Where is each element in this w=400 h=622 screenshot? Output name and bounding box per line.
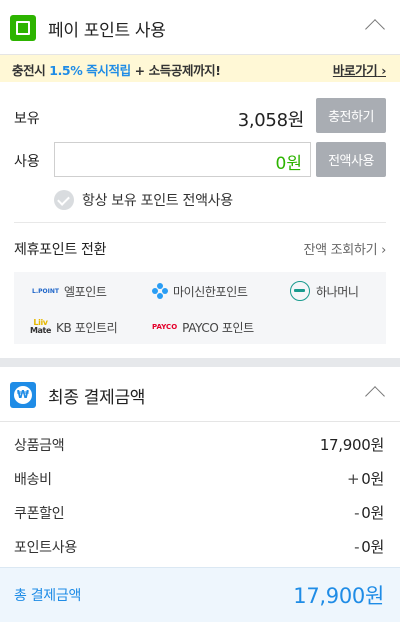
partner-shinhan[interactable]: 마이신한포인트 <box>152 281 248 301</box>
charge-button[interactable]: 충전하기 <box>316 98 386 133</box>
shipping-fee-value: +0원 <box>346 470 384 488</box>
balance-inquiry-label: 잔액 조회하기 <box>303 243 378 258</box>
partner-lpoint[interactable]: L.POINT 엘포인트 <box>32 281 107 301</box>
partner-name: 마이신한포인트 <box>173 284 248 299</box>
partner-payco[interactable]: PAYCO PAYCO 포인트 <box>152 317 254 337</box>
banner-link-label: 바로가기 <box>332 63 378 78</box>
shinhan-logo-icon <box>152 283 168 299</box>
banner-highlight: 1.5% 즉시적립 <box>49 63 131 78</box>
final-payment-card: ₩ 최종 결제금액 상품금액 17,900원 배송비 +0원 쿠폰할인 -0원 … <box>0 367 400 622</box>
use-label: 사용 <box>14 154 40 170</box>
product-amount-label: 상품금액 <box>14 438 65 454</box>
total-payment-value: 17,900원 <box>293 584 384 608</box>
always-use-all-label[interactable]: 항상 보유 포인트 전액사용 <box>82 190 233 210</box>
lpoint-logo: L.POINT <box>32 287 59 295</box>
shipping-fee-label: 배송비 <box>14 472 52 488</box>
partner-point-list: L.POINT 엘포인트 마이신한포인트 하나머니 Liiv Mate KB 포인… <box>14 272 386 344</box>
pay-point-header[interactable]: 페이 포인트 사용 <box>0 0 400 55</box>
always-use-all-checkbox[interactable] <box>54 190 74 210</box>
point-use-label: 포인트사용 <box>14 540 77 556</box>
partner-name: KB 포인트리 <box>56 320 118 335</box>
holding-value: 3,058원 <box>237 110 305 131</box>
liiv-mate-logo: Liiv Mate <box>30 318 52 335</box>
coupon-discount-value: -0원 <box>354 504 384 522</box>
partner-hana[interactable]: 하나머니 <box>290 281 359 301</box>
chevron-up-icon[interactable] <box>365 386 385 406</box>
banner-prefix: 충전시 <box>12 63 50 78</box>
use-point-input[interactable]: 0원 <box>54 142 311 177</box>
product-amount-value: 17,900원 <box>319 436 384 454</box>
partner-point-title: 제휴포인트 전환 <box>14 242 107 258</box>
partner-name: PAYCO 포인트 <box>182 320 254 335</box>
divider <box>14 222 386 223</box>
partner-kb[interactable]: Liiv Mate KB 포인트리 <box>30 317 118 337</box>
partner-name: 엘포인트 <box>63 284 107 299</box>
holding-label: 보유 <box>14 111 40 127</box>
total-payment-label: 총 결제금액 <box>14 588 82 604</box>
point-use-value: -0원 <box>354 538 384 556</box>
use-all-button[interactable]: 전액사용 <box>316 142 386 177</box>
final-payment-header[interactable]: ₩ 최종 결제금액 <box>0 367 400 422</box>
banner-text: 충전시 1.5% 즉시적립 + 소득공제까지! <box>12 60 221 79</box>
pay-point-title: 페이 포인트 사용 <box>48 21 166 41</box>
coupon-discount-label: 쿠폰할인 <box>14 506 65 522</box>
banner-suffix: + 소득공제까지! <box>130 63 221 78</box>
payco-logo: PAYCO <box>152 323 178 331</box>
hana-logo-icon <box>290 281 310 301</box>
balance-inquiry-link[interactable]: 잔액 조회하기 › <box>303 239 386 258</box>
total-payment-bar: 총 결제금액 17,900원 <box>0 567 400 622</box>
chevron-up-icon[interactable] <box>365 19 385 39</box>
partner-name: 하나머니 <box>316 284 359 299</box>
use-point-value: 0원 <box>275 154 302 174</box>
final-payment-title: 최종 결제금액 <box>48 388 146 408</box>
won-icon: ₩ <box>10 382 36 408</box>
banner-shortcut-link[interactable]: 바로가기 › <box>332 60 387 79</box>
pay-point-card: 페이 포인트 사용 충전시 1.5% 즉시적립 + 소득공제까지! 바로가기 ›… <box>0 0 400 358</box>
charge-promo-banner: 충전시 1.5% 즉시적립 + 소득공제까지! 바로가기 › <box>0 55 400 82</box>
point-square-icon <box>10 15 36 41</box>
